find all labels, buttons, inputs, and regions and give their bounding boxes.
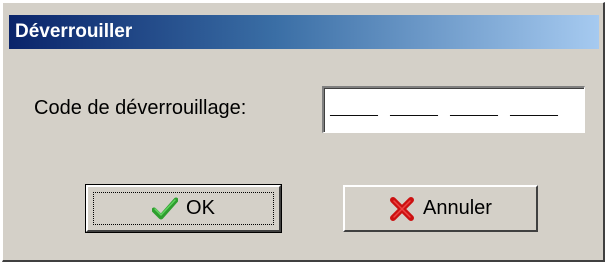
unlock-code-input[interactable]: ____ ____ ____ ____ (322, 86, 585, 133)
title-bar[interactable]: Déverrouiller (9, 15, 599, 49)
focus-rectangle (93, 192, 274, 225)
checkmark-icon (152, 196, 179, 222)
unlock-dialog: Déverrouiller Code de déverrouillage: __… (2, 2, 605, 262)
ok-button[interactable]: OK (85, 184, 282, 233)
cancel-button[interactable]: Annuler (343, 185, 538, 232)
red-x-icon (389, 196, 415, 222)
ok-button-label: OK (186, 197, 215, 219)
dialog-title: Déverrouiller (15, 21, 133, 42)
unlock-code-label: Code de déverrouillage: (34, 97, 247, 119)
cancel-button-label: Annuler (423, 197, 492, 219)
